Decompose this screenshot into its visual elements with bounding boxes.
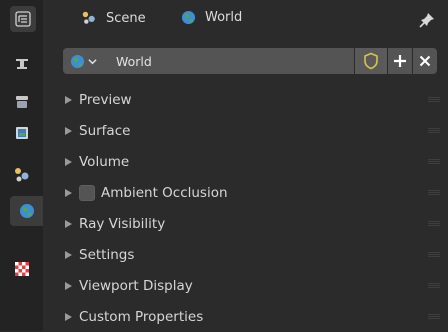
panel-settings[interactable]: Settings <box>43 239 448 270</box>
pin-icon <box>419 13 434 28</box>
texture-icon <box>14 262 29 276</box>
breadcrumb: Scene World <box>43 0 448 42</box>
editor-type-button[interactable] <box>10 6 36 32</box>
properties-editor-icon <box>15 11 31 27</box>
shield-icon <box>364 52 378 70</box>
breadcrumb-world[interactable]: World <box>181 10 242 25</box>
properties-tab-bar <box>0 0 43 331</box>
tab-scene[interactable] <box>6 160 37 190</box>
panel-label: Custom Properties <box>79 308 204 325</box>
tab-world[interactable] <box>10 196 43 226</box>
world-name-field[interactable]: World <box>63 48 355 74</box>
plus-icon <box>394 55 407 67</box>
drag-handle-icon[interactable] <box>428 314 440 319</box>
chevron-right-icon <box>65 250 75 259</box>
breadcrumb-world-label: World <box>205 10 243 25</box>
scene-icon <box>14 168 28 182</box>
tab-render[interactable] <box>6 87 37 117</box>
chevron-right-icon <box>65 157 75 166</box>
panel-label: Ray Visibility <box>79 215 166 232</box>
chevron-right-icon <box>65 95 75 104</box>
world-datablock-selector: World <box>63 48 437 74</box>
chevron-right-icon <box>65 312 75 321</box>
panel-surface[interactable]: Surface <box>43 115 448 146</box>
new-world-button[interactable] <box>388 48 413 74</box>
tab-tool[interactable] <box>6 49 37 79</box>
drag-handle-icon[interactable] <box>428 221 440 226</box>
output-icon <box>15 127 28 139</box>
panel-list: Preview Surface Volume Ambient Occlusion… <box>43 84 448 332</box>
panel-preview[interactable]: Preview <box>43 84 448 115</box>
fake-user-button[interactable] <box>355 48 388 74</box>
tab-output[interactable] <box>6 118 37 148</box>
chevron-right-icon <box>65 219 75 228</box>
world-name: World <box>116 53 152 69</box>
chevron-down-icon <box>88 58 97 64</box>
panel-viewport-display[interactable]: Viewport Display <box>43 270 448 301</box>
drag-handle-icon[interactable] <box>428 128 440 133</box>
chevron-right-icon <box>65 188 75 197</box>
panel-label: Settings <box>79 246 135 263</box>
unlink-world-button[interactable] <box>413 48 437 74</box>
panel-label: Volume <box>79 153 130 170</box>
render-icon <box>15 96 28 108</box>
panel-label: Surface <box>79 122 131 139</box>
scene-icon <box>82 11 95 24</box>
world-icon <box>19 204 34 218</box>
panel-custom-properties[interactable]: Custom Properties <box>43 301 448 332</box>
drag-handle-icon[interactable] <box>428 190 440 195</box>
breadcrumb-scene[interactable]: Scene <box>81 10 146 26</box>
panel-ambient-occlusion[interactable]: Ambient Occlusion <box>43 177 448 208</box>
panel-label: Viewport Display <box>79 277 193 294</box>
close-icon <box>419 55 431 67</box>
drag-handle-icon[interactable] <box>428 283 440 288</box>
drag-handle-icon[interactable] <box>428 159 440 164</box>
panel-volume[interactable]: Volume <box>43 146 448 177</box>
pin-button[interactable] <box>418 11 436 33</box>
drag-handle-icon[interactable] <box>428 252 440 257</box>
browse-world-button[interactable] <box>67 51 110 71</box>
chevron-right-icon <box>65 126 75 135</box>
breadcrumb-scene-label: Scene <box>106 10 146 26</box>
world-icon <box>70 54 85 68</box>
tool-icon <box>15 59 28 69</box>
panel-label: Preview <box>79 91 132 108</box>
properties-main: Scene World World Preview Surface Volume… <box>43 0 448 331</box>
tab-texture[interactable] <box>6 254 37 284</box>
chevron-right-icon <box>65 281 75 290</box>
world-icon <box>181 10 196 25</box>
panel-ray-visibility[interactable]: Ray Visibility <box>43 208 448 239</box>
panel-label: Ambient Occlusion <box>101 184 228 201</box>
ambient-occlusion-checkbox[interactable] <box>79 184 95 201</box>
drag-handle-icon[interactable] <box>428 97 440 102</box>
